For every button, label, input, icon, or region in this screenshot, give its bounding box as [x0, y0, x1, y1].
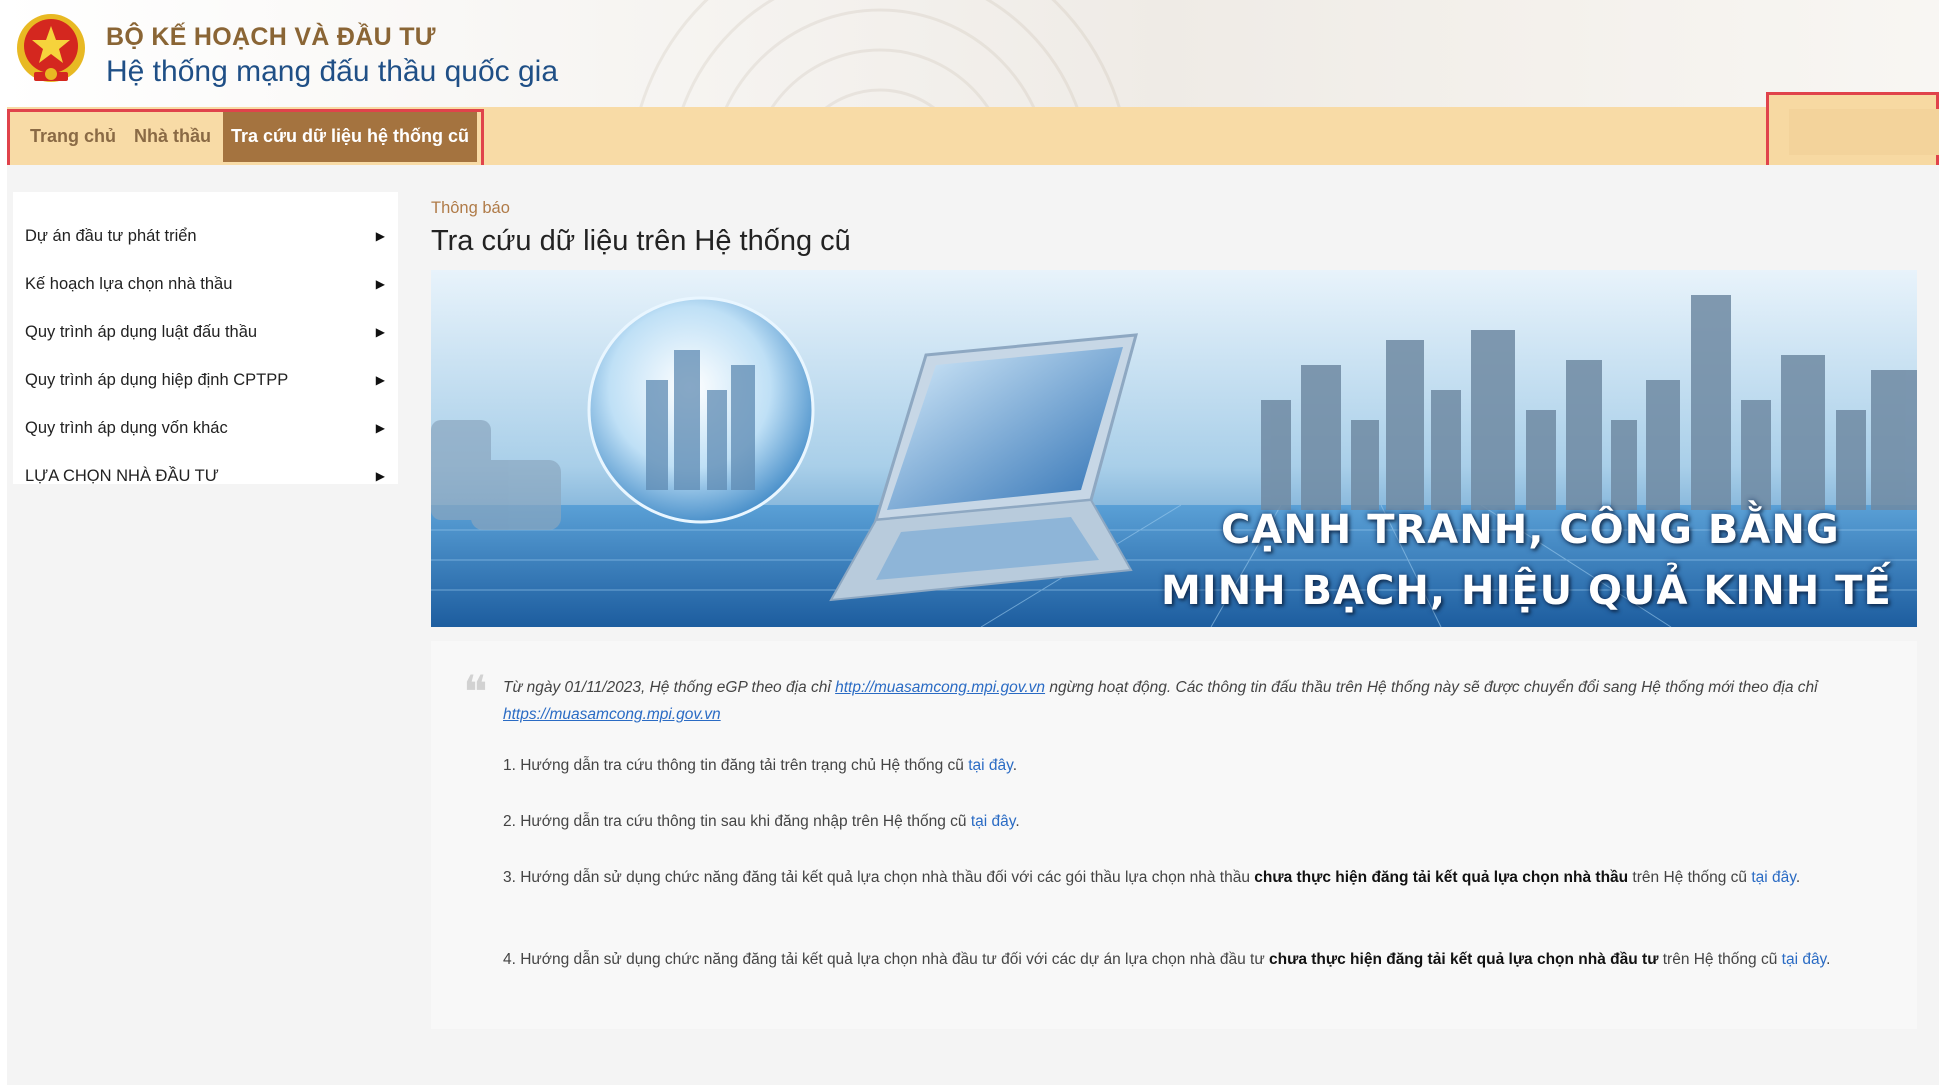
new-system-link[interactable]: https://muasamcong.mpi.gov.vn	[503, 706, 721, 723]
guide-link-3[interactable]: tại đây	[1751, 869, 1796, 886]
quote-icon: ❝	[463, 665, 488, 719]
guide-link-1[interactable]: tại đây	[968, 757, 1013, 774]
notice-item-3: 3. Hướng dẫn sử dụng chức năng đăng tải …	[503, 864, 1893, 891]
notice-item-text: 2. Hướng dẫn tra cứu thông tin sau khi đ…	[503, 813, 971, 830]
notice-period: .	[1795, 869, 1801, 886]
bronze-drum-pattern-icon	[639, 0, 1121, 107]
page-title: Tra cứu dữ liệu trên Hệ thống cũ	[431, 225, 851, 257]
banner-slogan-line2: MINH BẠCH, HIỆU QUẢ KINH TẾ	[1161, 568, 1892, 614]
sidebar-menu: Dự án đầu tư phát triển ▶ Kế hoạch lựa c…	[13, 192, 398, 485]
old-system-link[interactable]: http://muasamcong.mpi.gov.vn	[835, 679, 1045, 696]
nav-right-highlight-box	[1766, 92, 1939, 171]
sidebar-item-other-capital-process[interactable]: Quy trình áp dụng vốn khác ▶	[25, 408, 385, 448]
notice-period: .	[1012, 757, 1018, 774]
guide-link-4[interactable]: tại đây	[1782, 951, 1827, 968]
breadcrumb[interactable]: Thông báo	[431, 199, 510, 218]
caret-right-icon: ▶	[375, 229, 385, 243]
sidebar-item-contractor-selection-plan[interactable]: Kế hoạch lựa chọn nhà thầu ▶	[25, 264, 385, 304]
sidebar-item-investor-selection[interactable]: LỰA CHỌN NHÀ ĐẦU TƯ ▶	[25, 456, 385, 496]
notice-panel: ❝ Từ ngày 01/11/2023, Hệ thống eGP theo …	[431, 641, 1917, 1029]
notice-item-bold: chưa thực hiện đăng tải kết quả lựa chọn…	[1254, 869, 1629, 886]
caret-right-icon: ▶	[375, 325, 385, 339]
sidebar-item-label: Quy trình áp dụng luật đấu thầu	[25, 322, 258, 341]
caret-right-icon: ▶	[375, 277, 385, 291]
notice-item-text: 1. Hướng dẫn tra cứu thông tin đăng tải …	[503, 757, 969, 774]
caret-right-icon: ▶	[375, 469, 385, 483]
guide-link-2[interactable]: tại đây	[971, 813, 1016, 830]
sidebar-item-bidding-law-process[interactable]: Quy trình áp dụng luật đấu thầu ▶	[25, 312, 385, 352]
notice-item-text: trên Hệ thống cũ	[1658, 951, 1782, 968]
ministry-name: BỘ KẾ HOẠCH VÀ ĐẦU TƯ	[106, 23, 436, 51]
banner-image: CẠNH TRANH, CÔNG BẰNG MINH BẠCH, HIỆU QU…	[431, 270, 1917, 627]
sidebar-item-label: LỰA CHỌN NHÀ ĐẦU TƯ	[25, 466, 219, 485]
system-name: Hệ thống mạng đấu thầu quốc gia	[106, 55, 559, 88]
sidebar-item-label: Quy trình áp dụng vốn khác	[25, 418, 228, 437]
notice-intro-text: Từ ngày 01/11/2023, Hệ thống eGP theo đị…	[503, 679, 836, 696]
notice-item-text: trên Hệ thống cũ	[1628, 869, 1752, 886]
notice-item-1: 1. Hướng dẫn tra cứu thông tin đăng tải …	[503, 752, 1893, 779]
notice-intro-text: ngừng hoạt động. Các thông tin đấu thầu …	[1045, 679, 1818, 696]
notice-period: .	[1015, 813, 1020, 830]
nav-right-slot[interactable]	[1789, 109, 1939, 155]
caret-right-icon: ▶	[375, 421, 385, 435]
sidebar-item-label: Kế hoạch lựa chọn nhà thầu	[25, 274, 233, 293]
notice-intro: Từ ngày 01/11/2023, Hệ thống eGP theo đị…	[503, 674, 1893, 728]
sidebar-item-label: Dự án đầu tư phát triển	[25, 226, 197, 245]
sidebar-item-label: Quy trình áp dụng hiệp định CPTPP	[25, 370, 289, 389]
notice-item-text: 3. Hướng dẫn sử dụng chức năng đăng tải …	[503, 869, 1255, 886]
notice-period: .	[1826, 951, 1831, 968]
banner-slogan-line1: CẠNH TRANH, CÔNG BẰNG	[1221, 507, 1840, 553]
notice-item-4: 4. Hướng dẫn sử dụng chức năng đăng tải …	[503, 946, 1893, 973]
sidebar-item-cptpp-process[interactable]: Quy trình áp dụng hiệp định CPTPP ▶	[25, 360, 385, 400]
caret-right-icon: ▶	[375, 373, 385, 387]
national-emblem-icon	[17, 14, 85, 82]
notice-item-2: 2. Hướng dẫn tra cứu thông tin sau khi đ…	[503, 808, 1893, 835]
sidebar-item-development-projects[interactable]: Dự án đầu tư phát triển ▶	[25, 216, 385, 256]
notice-item-text: 4. Hướng dẫn sử dụng chức năng đăng tải …	[503, 951, 1270, 968]
notice-item-bold: chưa thực hiện đăng tải kết quả lựa chọn…	[1269, 951, 1659, 968]
nav-highlight-box	[7, 109, 484, 169]
header: BỘ KẾ HOẠCH VÀ ĐẦU TƯ Hệ thống mạng đấu …	[0, 0, 1939, 107]
